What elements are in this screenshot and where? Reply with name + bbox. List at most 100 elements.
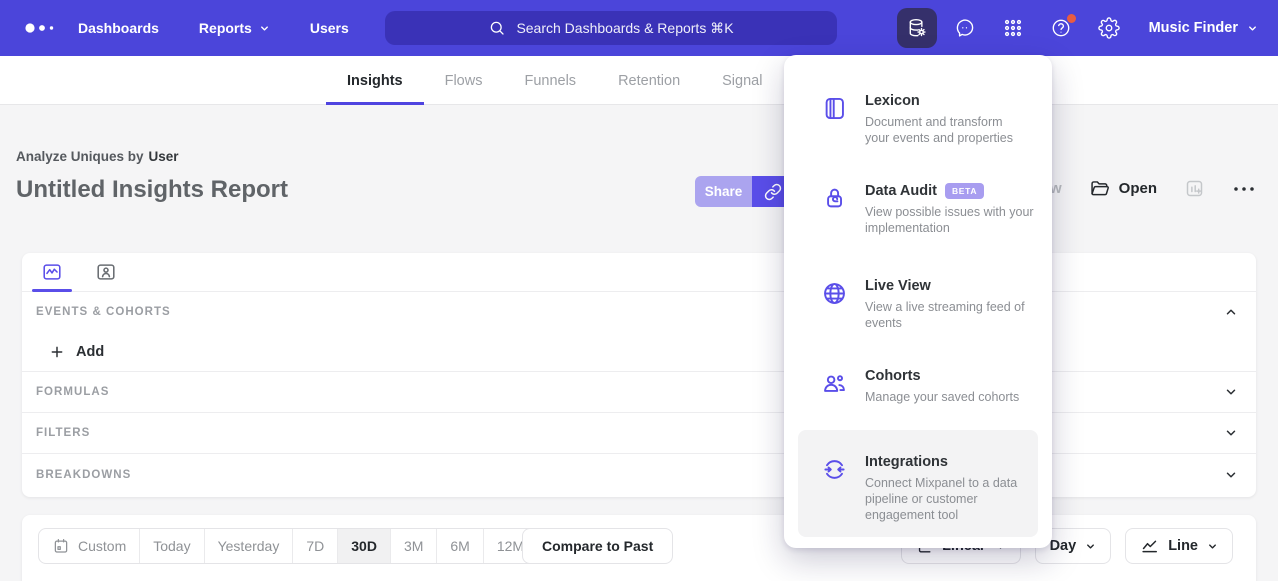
menu-item-description: Manage your saved cohorts <box>865 389 1045 405</box>
data-audit-lock-icon <box>821 185 848 236</box>
integrations-sync-icon <box>821 456 848 527</box>
chevron-down-icon <box>1247 23 1258 34</box>
menu-item-integrations[interactable]: Integrations Connect Mixpanel to a data … <box>798 430 1038 537</box>
range-30d[interactable]: 30D <box>338 529 391 563</box>
search-placeholder: Search Dashboards & Reports ⌘K <box>516 20 733 37</box>
cohorts-people-icon <box>821 370 848 405</box>
section-label: FORMULAS <box>36 386 109 398</box>
apps-grid-button[interactable] <box>993 8 1033 48</box>
analysis-breadcrumb: Analyze Uniques by User <box>16 149 179 164</box>
menu-item-lexicon[interactable]: Lexicon Document and transform your even… <box>798 83 1038 156</box>
top-nav: Dashboards Reports Users Search Dashboar… <box>0 0 1278 56</box>
chevron-down-icon <box>1085 541 1096 552</box>
tab-funnels[interactable]: Funnels <box>503 56 597 105</box>
range-7d[interactable]: 7D <box>293 529 338 563</box>
notification-dot <box>1067 14 1076 23</box>
ellipsis-icon <box>1232 184 1256 194</box>
analysis-prefix: Analyze Uniques by <box>16 149 144 164</box>
report-actions: New Open <box>1031 178 1256 199</box>
section-label: FILTERS <box>36 427 90 439</box>
project-name: Music Finder <box>1149 20 1238 36</box>
menu-item-description: View possible issues with your implement… <box>865 204 1053 236</box>
add-to-dashboard-button[interactable] <box>1184 178 1205 199</box>
analysis-value[interactable]: User <box>149 149 179 164</box>
settings-button[interactable] <box>1089 8 1129 48</box>
events-cohorts-section-header[interactable]: EVENTS & COHORTS <box>22 292 1256 332</box>
apps-grid-icon <box>1002 17 1024 39</box>
menu-item-cohorts[interactable]: Cohorts Manage your saved cohorts <box>798 358 1038 415</box>
tab-signal[interactable]: Signal <box>701 56 783 105</box>
data-management-button[interactable] <box>897 8 937 48</box>
zigzag-line-icon <box>1140 537 1159 556</box>
tab-flows[interactable]: Flows <box>424 56 504 105</box>
plus-icon <box>49 344 65 360</box>
formulas-section-header[interactable]: FORMULAS <box>22 372 1256 413</box>
lexicon-book-icon <box>821 95 848 146</box>
collapse-section-button[interactable] <box>1224 305 1238 319</box>
speech-bubble-icon <box>954 17 976 39</box>
tab-retention[interactable]: Retention <box>597 56 701 105</box>
chart-plus-icon <box>1184 178 1205 199</box>
more-options-button[interactable] <box>1232 184 1256 194</box>
open-label: Open <box>1119 180 1157 197</box>
menu-item-description: Connect Mixpanel to a data pipeline or c… <box>865 475 1033 523</box>
menu-item-title: Lexicon <box>865 93 920 109</box>
chart-type-dropdown[interactable]: Line <box>1125 528 1233 564</box>
menu-item-description: View a live streaming feed of events <box>865 299 1045 331</box>
menu-item-title: Live View <box>865 278 931 294</box>
chevron-down-icon <box>1224 468 1238 482</box>
menu-item-title: Data Audit <box>865 183 937 199</box>
data-management-menu: Lexicon Document and transform your even… <box>784 55 1052 548</box>
filters-section-header[interactable]: FILTERS <box>22 413 1256 454</box>
query-builder-panel: EVENTS & COHORTS Add FORMULAS FILTERS BR… <box>22 253 1256 497</box>
menu-item-title: Cohorts <box>865 368 921 384</box>
tab-insights[interactable]: Insights <box>326 56 424 105</box>
range-custom[interactable]: Custom <box>39 529 140 563</box>
profiles-view-tab[interactable] <box>86 253 126 291</box>
chevron-down-icon <box>259 23 270 34</box>
search-input[interactable]: Search Dashboards & Reports ⌘K <box>385 11 837 45</box>
page-title[interactable]: Untitled Insights Report <box>16 176 288 204</box>
breakdowns-section-header[interactable]: BREAKDOWNS <box>22 454 1256 495</box>
project-switcher[interactable]: Music Finder <box>1149 20 1258 36</box>
chevron-down-icon <box>1224 385 1238 399</box>
add-event-button[interactable]: Add <box>22 332 1256 372</box>
chart-controls-panel: Custom Today Yesterday 7D 30D 3M 6M 12M … <box>22 515 1256 581</box>
compare-to-past-button[interactable]: Compare to Past <box>522 528 673 564</box>
nav-item-reports[interactable]: Reports <box>199 20 270 36</box>
chevron-down-icon <box>1207 541 1218 552</box>
menu-item-title: Integrations <box>865 454 948 470</box>
report-tabs-bar: Insights Flows Funnels Retention Signal … <box>0 56 1278 105</box>
app-window: Dashboards Reports Users Search Dashboar… <box>0 0 1278 581</box>
chevron-down-icon <box>1224 426 1238 440</box>
nav-item-dashboards[interactable]: Dashboards <box>78 20 159 36</box>
expand-section-button[interactable] <box>1224 385 1238 399</box>
folder-icon <box>1089 178 1110 199</box>
nav-item-users[interactable]: Users <box>310 20 349 36</box>
link-icon <box>764 183 782 201</box>
query-builder-tabs <box>22 253 1256 292</box>
add-label: Add <box>76 344 104 360</box>
feedback-button[interactable] <box>945 8 985 48</box>
open-report-button[interactable]: Open <box>1089 178 1157 199</box>
person-square-icon <box>95 261 117 283</box>
calendar-icon <box>52 537 70 555</box>
menu-item-data-audit[interactable]: Data AuditBETA View possible issues with… <box>798 173 1038 246</box>
events-view-tab[interactable] <box>32 253 72 291</box>
range-yesterday[interactable]: Yesterday <box>205 529 294 563</box>
range-today[interactable]: Today <box>140 529 204 563</box>
menu-item-live-view[interactable]: Live View View a live streaming feed of … <box>798 268 1038 341</box>
share-button-group: Share <box>695 176 793 207</box>
menu-item-description: Document and transform your events and p… <box>865 114 1023 146</box>
date-range-picker: Custom Today Yesterday 7D 30D 3M 6M 12M <box>38 528 538 564</box>
range-6m[interactable]: 6M <box>437 529 483 563</box>
range-3m[interactable]: 3M <box>391 529 437 563</box>
help-button[interactable] <box>1041 8 1081 48</box>
database-gear-icon <box>906 17 928 39</box>
expand-section-button[interactable] <box>1224 468 1238 482</box>
line-chart-square-icon <box>41 261 63 283</box>
section-label: EVENTS & COHORTS <box>36 306 171 318</box>
share-button[interactable]: Share <box>695 176 752 207</box>
expand-section-button[interactable] <box>1224 426 1238 440</box>
mixpanel-logo-icon[interactable] <box>22 20 68 36</box>
